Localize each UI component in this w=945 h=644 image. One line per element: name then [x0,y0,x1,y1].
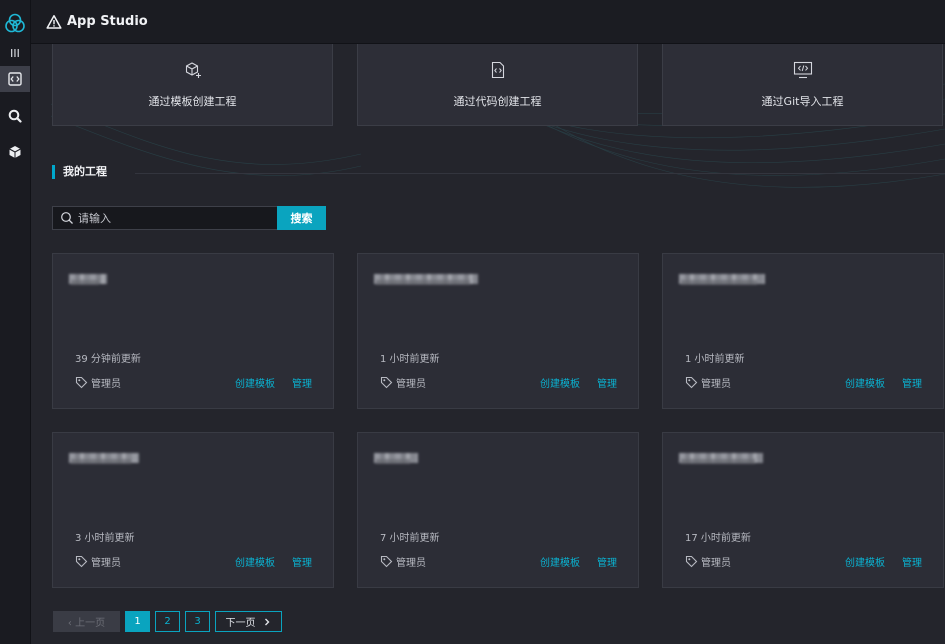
rail-item-packages[interactable] [0,139,30,165]
create-template-link[interactable]: 创建模板 [235,558,275,569]
create-template-link[interactable]: 创建模板 [235,379,275,390]
project-role-label: 管理员 [396,558,426,569]
search-button[interactable]: 搜索 [277,206,326,230]
menu-toggle-button[interactable] [0,40,30,66]
project-actions: 创建模板 管理 [540,375,617,390]
project-role: 管理员 [380,375,426,390]
project-actions: 创建模板 管理 [845,554,922,569]
next-page-button[interactable]: 下一页 [215,611,282,632]
project-role: 管理员 [685,375,731,390]
search-box [52,206,277,230]
manage-link[interactable]: 管理 [597,558,617,569]
project-name-redacted [679,274,765,285]
section-divider [135,173,945,174]
project-name-redacted [69,274,107,285]
left-rail [0,0,31,644]
project-card[interactable]: 1 小时前更新 管理员 创建模板 管理 [357,253,639,409]
project-role: 管理员 [75,375,121,390]
tag-icon [75,376,88,389]
search-input[interactable] [74,207,277,229]
project-role-label: 管理员 [396,379,426,390]
project-card[interactable]: 3 小时前更新 管理员 创建模板 管理 [52,432,334,588]
project-actions: 创建模板 管理 [235,375,312,390]
search-input-icon [61,212,73,224]
project-card[interactable]: 7 小时前更新 管理员 创建模板 管理 [357,432,639,588]
project-name-redacted [679,453,763,464]
project-updated: 7 小时前更新 [380,533,440,544]
code-file-icon [491,61,504,79]
create-template-link[interactable]: 创建模板 [845,558,885,569]
pagination: ‹ 上一页 1 2 3 下一页 [53,611,287,632]
manage-link[interactable]: 管理 [597,379,617,390]
project-actions: 创建模板 管理 [235,554,312,569]
chevron-right-icon [264,618,269,625]
code-monitor-icon [793,61,812,79]
project-role-label: 管理员 [701,379,731,390]
project-card[interactable]: 39 分钟前更新 管理员 创建模板 管理 [52,253,334,409]
project-actions: 创建模板 管理 [540,554,617,569]
project-card[interactable]: 17 小时前更新 管理员 创建模板 管理 [662,432,944,588]
tag-icon [685,555,698,568]
project-card[interactable]: 1 小时前更新 管理员 创建模板 管理 [662,253,944,409]
project-role: 管理员 [75,554,121,569]
page-2-button[interactable]: 2 [155,611,180,632]
project-updated: 3 小时前更新 [75,533,135,544]
app-title: App Studio [67,14,148,29]
cube-plus-icon [185,62,201,78]
create-from-template-label: 通过模板创建工程 [148,95,237,108]
tag-icon [75,555,88,568]
tag-icon [380,376,393,389]
import-from-git-label: 通过Git导入工程 [761,95,844,108]
project-name-redacted [374,274,478,285]
tag-icon [685,376,698,389]
manage-link[interactable]: 管理 [292,379,312,390]
app-logo-icon[interactable] [3,11,27,35]
project-role: 管理员 [380,554,426,569]
prev-page-label: 上一页 [75,618,106,629]
project-role-label: 管理员 [91,379,121,390]
top-bar: App Studio [31,0,945,44]
create-template-link[interactable]: 创建模板 [540,558,580,569]
code-box-icon [8,72,22,86]
create-from-code-card[interactable]: 通过代码创建工程 [357,44,638,126]
project-name-redacted [69,453,139,464]
project-actions: 创建模板 管理 [845,375,922,390]
menu-bars-icon [11,49,19,57]
import-from-git-card[interactable]: 通过Git导入工程 [662,44,943,126]
project-updated: 39 分钟前更新 [75,354,141,365]
project-role-label: 管理员 [91,558,121,569]
warning-icon [46,14,62,29]
project-updated: 17 小时前更新 [685,533,751,544]
project-updated: 1 小时前更新 [380,354,440,365]
create-template-link[interactable]: 创建模板 [845,379,885,390]
create-from-template-card[interactable]: 通过模板创建工程 [52,44,333,126]
project-name-redacted [374,453,418,464]
project-role-label: 管理员 [701,558,731,569]
manage-link[interactable]: 管理 [902,379,922,390]
prev-page-button[interactable]: ‹ 上一页 [53,611,120,632]
create-template-link[interactable]: 创建模板 [540,379,580,390]
rail-item-search[interactable] [0,103,30,129]
search-icon [8,109,22,123]
manage-link[interactable]: 管理 [902,558,922,569]
package-cube-icon [9,146,21,158]
project-updated: 1 小时前更新 [685,354,745,365]
manage-link[interactable]: 管理 [292,558,312,569]
rail-item-code[interactable] [0,66,30,92]
main-content: 通过模板创建工程 通过代码创建工程 通过Git导入工程 我的工程 搜索 39 分… [31,44,945,644]
project-role: 管理员 [685,554,731,569]
create-from-code-label: 通过代码创建工程 [453,95,542,108]
next-page-label: 下一页 [225,618,256,629]
page-3-button[interactable]: 3 [185,611,210,632]
tag-icon [380,555,393,568]
section-title: 我的工程 [52,165,107,179]
page-1-button[interactable]: 1 [125,611,150,632]
